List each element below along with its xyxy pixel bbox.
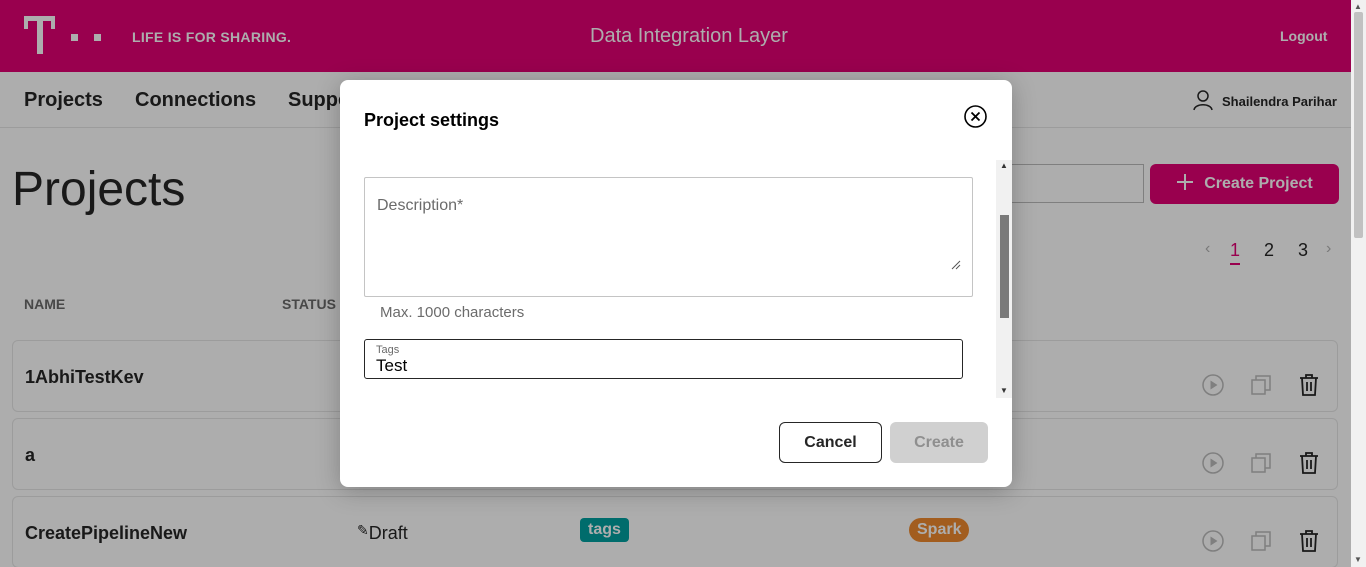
page-scrollbar-thumb[interactable] [1354,12,1363,238]
description-hint: Max. 1000 characters [380,304,525,321]
description-textarea[interactable]: Description* [364,177,973,297]
scroll-up-icon[interactable]: ▲ [1354,2,1362,11]
scroll-up-icon[interactable]: ▲ [1000,161,1008,170]
project-settings-dialog: Project settings Description* Max. 1000 … [340,80,1012,487]
scroll-down-icon[interactable]: ▼ [1354,555,1362,564]
resize-grip-icon[interactable] [951,257,961,275]
dialog-scrollbar-thumb[interactable] [1000,215,1009,318]
tags-input[interactable]: Tags Test [364,339,963,379]
tags-label: Tags [376,344,400,356]
cancel-button[interactable]: Cancel [779,422,882,463]
close-icon[interactable] [964,105,987,128]
dialog-title: Project settings [364,110,500,130]
description-label: Description* [377,197,464,214]
scroll-down-icon[interactable]: ▼ [1000,386,1008,395]
tags-value: Test [376,356,408,375]
dialog-scrollbar[interactable]: ▲ ▼ [996,160,1012,398]
create-button[interactable]: Create [890,422,988,463]
page-scrollbar[interactable]: ▲ ▼ [1351,0,1366,567]
